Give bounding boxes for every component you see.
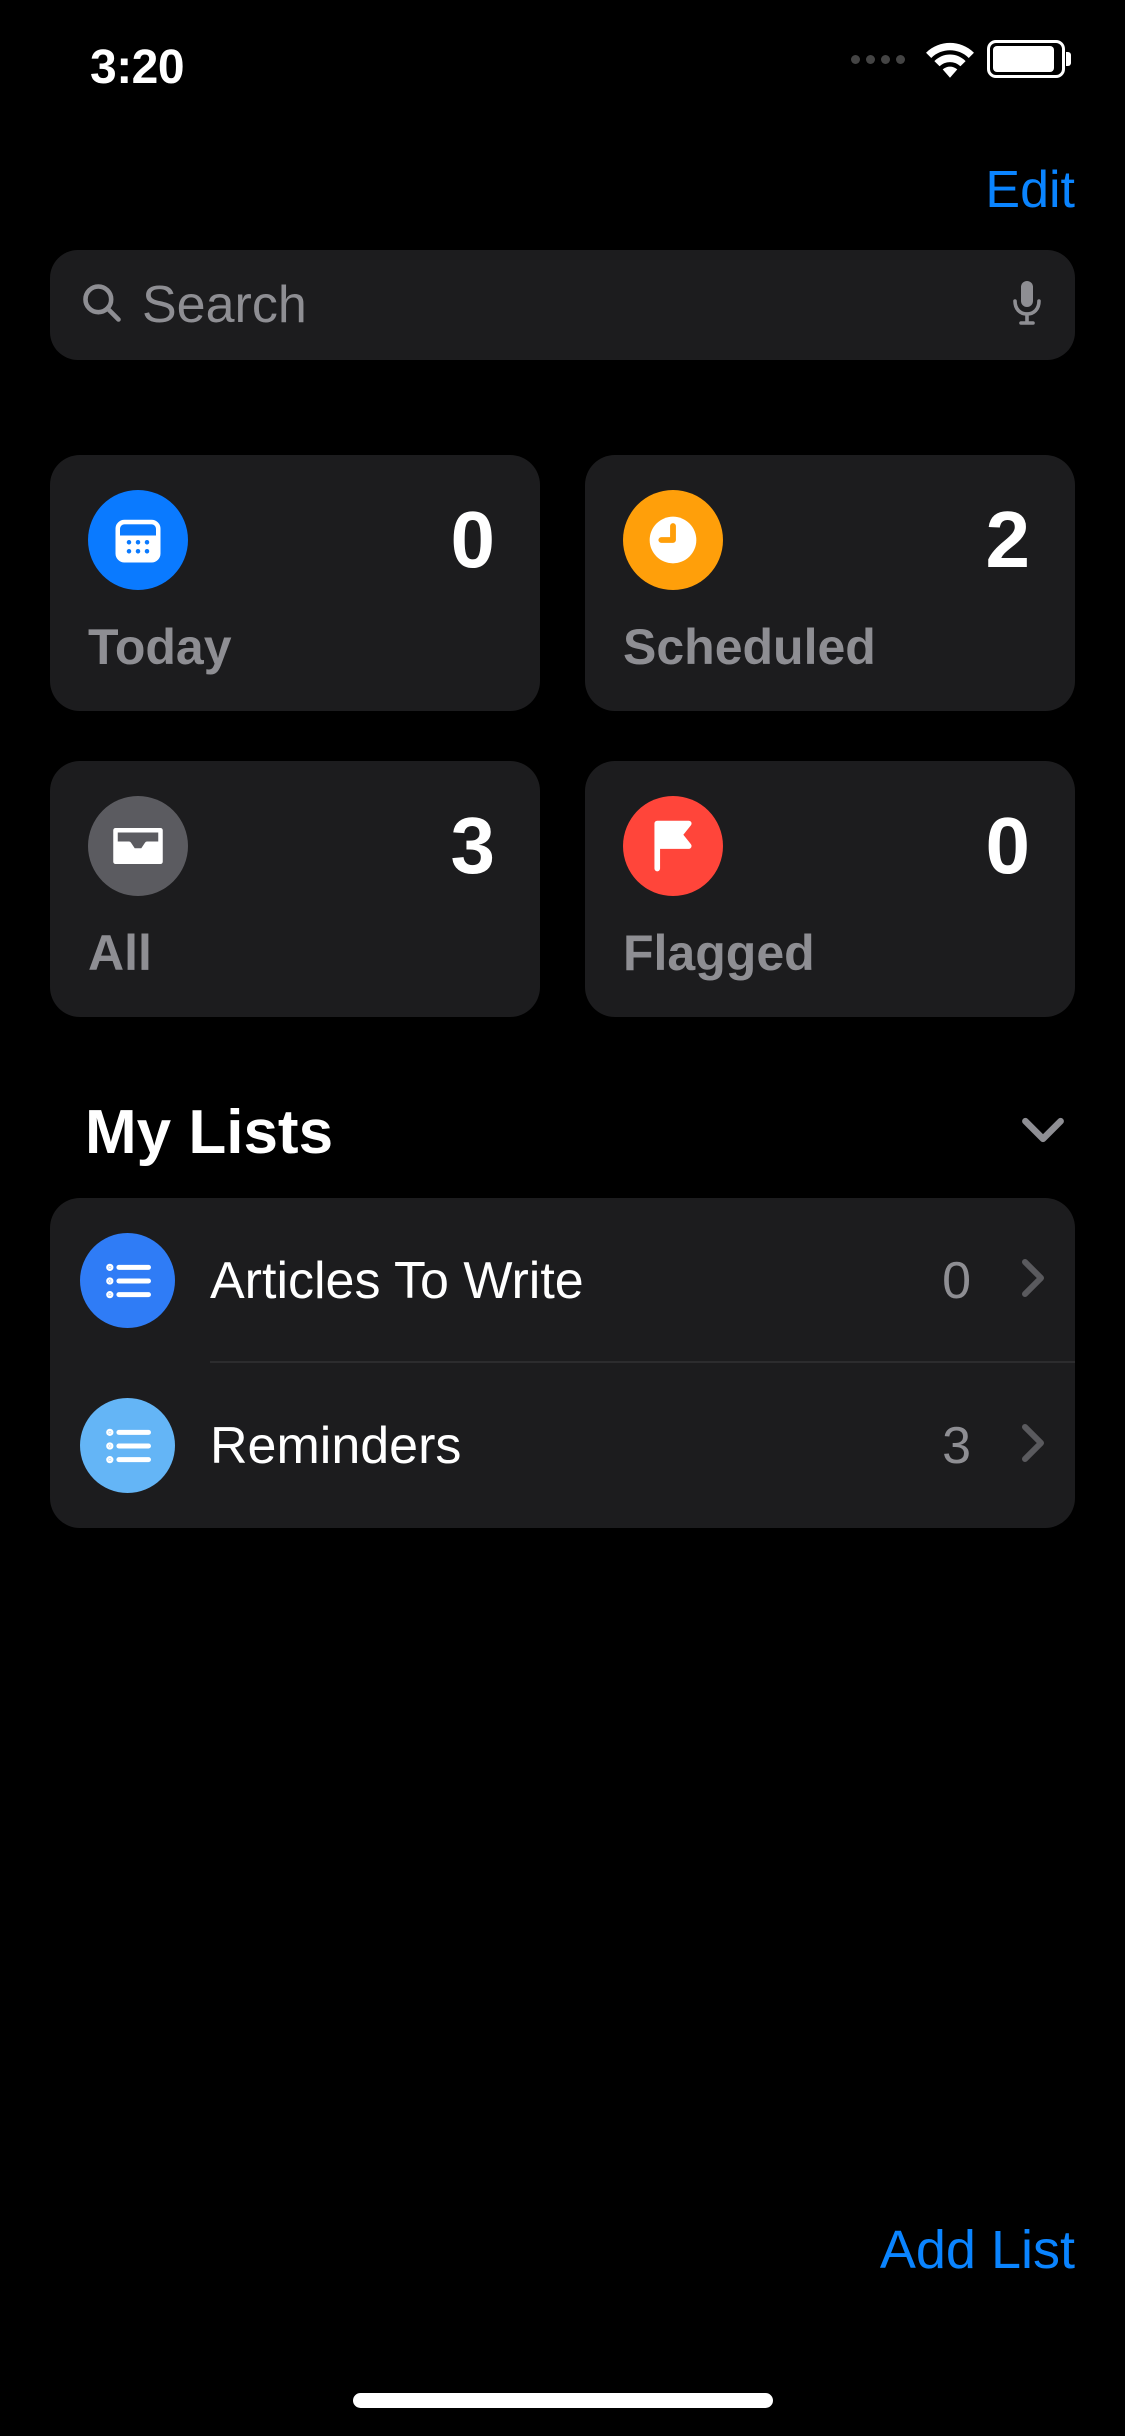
card-flagged-label: Flagged [623,924,1030,982]
status-indicators [851,40,1075,78]
chevron-right-icon [1021,1423,1045,1468]
microphone-icon[interactable] [1009,279,1045,332]
list-item[interactable]: Reminders 3 [50,1363,1075,1528]
search-icon [80,281,124,330]
search-placeholder: Search [142,275,991,335]
list-bullet-icon [80,1233,175,1328]
card-today-count: 0 [451,500,496,580]
card-all-count: 3 [451,806,496,886]
card-all-label: All [88,924,495,982]
calendar-today-icon [88,490,188,590]
list-name: Articles To Write [210,1251,907,1311]
my-lists-header[interactable]: My Lists [0,1097,1125,1168]
list-count: 0 [942,1251,971,1311]
wifi-icon [925,40,975,78]
card-flagged[interactable]: 0 Flagged [585,761,1075,1017]
card-all[interactable]: 3 All [50,761,540,1017]
battery-icon [987,40,1065,78]
chevron-down-icon [1021,1116,1065,1149]
edit-button[interactable]: Edit [985,160,1075,220]
inbox-icon [88,796,188,896]
card-scheduled-count: 2 [986,500,1031,580]
clock-icon [623,490,723,590]
cellular-signal-icon [851,55,905,64]
status-time: 3:20 [90,40,184,95]
status-bar: 3:20 [0,0,1125,140]
search-input[interactable]: Search [50,250,1075,360]
list-name: Reminders [210,1416,907,1476]
card-scheduled[interactable]: 2 Scheduled [585,455,1075,711]
card-today[interactable]: 0 Today [50,455,540,711]
list-count: 3 [942,1416,971,1476]
lists-container: Articles To Write 0 Reminders [50,1198,1075,1528]
flag-icon [623,796,723,896]
toolbar: Edit [0,140,1125,250]
add-list-button[interactable]: Add List [880,2219,1075,2281]
home-indicator[interactable] [353,2393,773,2408]
my-lists-title: My Lists [85,1097,333,1168]
card-today-label: Today [88,618,495,676]
list-item[interactable]: Articles To Write 0 [50,1198,1075,1363]
card-scheduled-label: Scheduled [623,618,1030,676]
card-flagged-count: 0 [986,806,1031,886]
chevron-right-icon [1021,1258,1045,1303]
summary-cards: 0 Today 2 Scheduled [0,455,1125,1017]
list-bullet-icon [80,1398,175,1493]
